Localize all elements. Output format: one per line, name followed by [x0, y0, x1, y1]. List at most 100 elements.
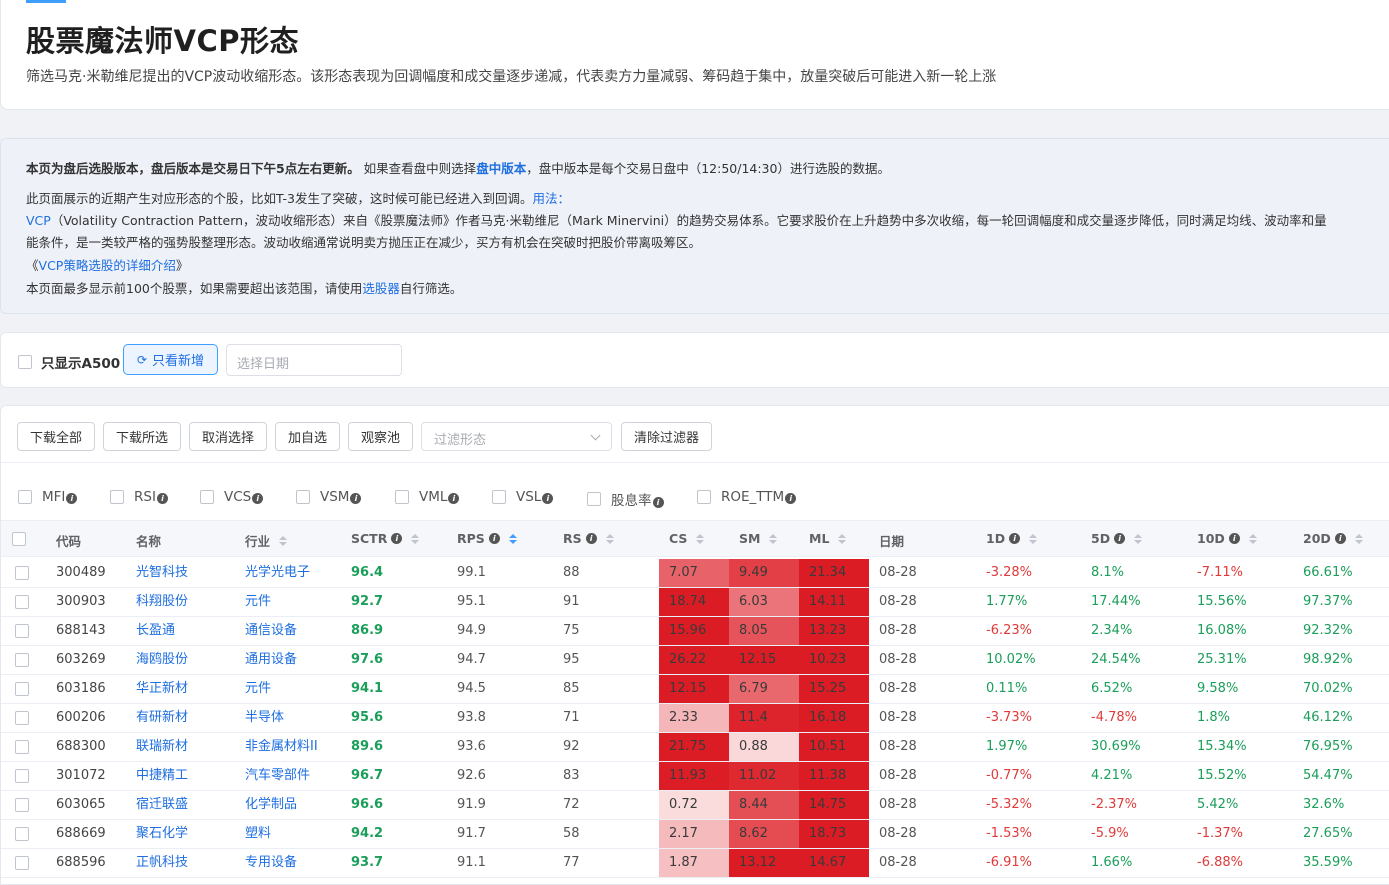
- industry-link[interactable]: 塑料: [245, 820, 271, 848]
- sort-icon[interactable]: [279, 535, 288, 546]
- sort-icon[interactable]: [1248, 533, 1257, 544]
- new-only-button[interactable]: ⟳ 只看新增: [123, 344, 218, 375]
- stock-name-link[interactable]: 正帆科技: [136, 849, 188, 877]
- column-header-d5[interactable]: 5D i: [1091, 531, 1143, 546]
- info-icon[interactable]: i: [542, 493, 554, 504]
- column-header-industry[interactable]: 行业: [245, 531, 288, 550]
- column-toggle[interactable]: RSI i: [110, 489, 168, 505]
- table-row[interactable]: 603065 宿迁联盛 化学制品 96.6 91.9 72 0.72 8.44 14.75 08-…: [1, 791, 1389, 820]
- sort-icon[interactable]: [1354, 533, 1363, 544]
- stock-name-link[interactable]: 华正新材: [136, 675, 188, 703]
- usage-link[interactable]: 用法：: [532, 191, 570, 206]
- info-icon[interactable]: i: [652, 497, 664, 508]
- row-checkbox[interactable]: [15, 856, 29, 870]
- industry-link[interactable]: 非金属材料II: [245, 733, 318, 761]
- row-checkbox[interactable]: [15, 798, 29, 812]
- table-row[interactable]: 603269 海鸥股份 通用设备 97.6 94.7 95 26.22 12.15 10.23 0…: [1, 646, 1389, 675]
- column-toggle[interactable]: VSL i: [492, 489, 554, 505]
- column-header-ml[interactable]: ML: [809, 531, 847, 546]
- info-icon[interactable]: i: [448, 493, 460, 504]
- table-row[interactable]: 688300 联瑞新材 非金属材料II 89.6 93.6 92 21.75 0.88 10.5…: [1, 733, 1389, 762]
- info-icon[interactable]: i: [156, 493, 168, 504]
- row-checkbox[interactable]: [15, 682, 29, 696]
- table-row[interactable]: 600206 有研新材 半导体 95.6 93.8 71 2.33 11.4 16.18 08-2…: [1, 704, 1389, 733]
- table-row[interactable]: 301072 中捷精工 汽车零部件 96.7 92.6 83 11.93 11.02 11.38…: [1, 762, 1389, 791]
- industry-link[interactable]: 光学光电子: [245, 559, 310, 587]
- column-header-rs[interactable]: RS i: [563, 531, 614, 546]
- column-toggle-checkbox[interactable]: [296, 490, 310, 504]
- column-toggle[interactable]: VML i: [395, 489, 460, 505]
- table-row[interactable]: 300903 科翔股份 元件 92.7 95.1 91 18.74 6.03 14.11 08-2…: [1, 588, 1389, 617]
- intraday-version-link[interactable]: 盘中版本: [476, 161, 526, 176]
- sort-icon[interactable]: [696, 533, 705, 544]
- stock-name-link[interactable]: 聚石化学: [136, 820, 188, 848]
- stock-name-link[interactable]: 联瑞新材: [136, 733, 188, 761]
- observe-pool-button[interactable]: 观察池: [348, 422, 413, 451]
- row-checkbox[interactable]: [15, 711, 29, 725]
- info-icon[interactable]: i: [1009, 533, 1021, 544]
- sort-icon[interactable]: [605, 533, 614, 544]
- row-checkbox[interactable]: [15, 769, 29, 783]
- table-row[interactable]: 688596 正帆科技 专用设备 93.7 91.1 77 1.87 13.12 14.67 08…: [1, 849, 1389, 878]
- column-header-sctr[interactable]: SCTR i: [351, 531, 420, 546]
- column-toggle[interactable]: ROE_TTM i: [697, 489, 797, 505]
- sort-icon[interactable]: [769, 533, 778, 544]
- stock-name-link[interactable]: 宿迁联盛: [136, 791, 188, 819]
- row-checkbox[interactable]: [15, 827, 29, 841]
- clear-filters-button[interactable]: 清除过滤器: [621, 422, 712, 451]
- table-row[interactable]: 688143 长盈通 通信设备 86.9 94.9 75 15.96 8.05 13.23 08-…: [1, 617, 1389, 646]
- stock-name-link[interactable]: 中捷精工: [136, 762, 188, 790]
- screener-link[interactable]: 选股器: [362, 281, 400, 296]
- industry-link[interactable]: 元件: [245, 588, 271, 616]
- info-icon[interactable]: i: [1334, 533, 1346, 544]
- column-header-cs[interactable]: CS: [669, 531, 705, 546]
- column-toggle[interactable]: 股息率 i: [587, 489, 664, 509]
- date-picker[interactable]: 选择日期: [226, 344, 402, 376]
- download-all-button[interactable]: 下载全部: [17, 422, 95, 451]
- a500-checkbox[interactable]: 只显示A500: [18, 352, 120, 372]
- sort-icon[interactable]: [838, 533, 847, 544]
- sort-icon[interactable]: [508, 533, 517, 544]
- row-checkbox[interactable]: [15, 624, 29, 638]
- table-row[interactable]: 300489 光智科技 光学光电子 96.4 99.1 88 7.07 9.49 21.34 08…: [1, 559, 1389, 588]
- column-toggle-checkbox[interactable]: [110, 490, 124, 504]
- industry-link[interactable]: 汽车零部件: [245, 762, 310, 790]
- column-header-rps[interactable]: RPS i: [457, 531, 517, 546]
- industry-link[interactable]: 元件: [245, 675, 271, 703]
- info-icon[interactable]: i: [66, 493, 78, 504]
- stock-name-link[interactable]: 光智科技: [136, 559, 188, 587]
- stock-name-link[interactable]: 科翔股份: [136, 588, 188, 616]
- column-header-d10[interactable]: 10D i: [1197, 531, 1257, 546]
- industry-link[interactable]: 通信设备: [245, 617, 297, 645]
- industry-link[interactable]: 专用设备: [245, 849, 297, 877]
- stock-name-link[interactable]: 长盈通: [136, 617, 175, 645]
- add-watchlist-button[interactable]: 加自选: [275, 422, 340, 451]
- select-all-checkbox[interactable]: [12, 532, 26, 546]
- vcp-link[interactable]: VCP: [26, 213, 51, 228]
- column-toggle-checkbox[interactable]: [697, 490, 711, 504]
- row-checkbox[interactable]: [15, 740, 29, 754]
- column-toggle[interactable]: MFI i: [18, 489, 78, 505]
- column-toggle[interactable]: VCS i: [200, 489, 264, 505]
- sort-icon[interactable]: [1134, 533, 1143, 544]
- a500-checkbox-box[interactable]: [18, 355, 32, 369]
- info-icon[interactable]: i: [785, 493, 797, 504]
- info-icon[interactable]: i: [488, 533, 500, 544]
- column-toggle-checkbox[interactable]: [18, 490, 32, 504]
- download-selected-button[interactable]: 下载所选: [103, 422, 181, 451]
- column-toggle-checkbox[interactable]: [200, 490, 214, 504]
- industry-link[interactable]: 化学制品: [245, 791, 297, 819]
- info-icon[interactable]: i: [350, 493, 362, 504]
- stock-name-link[interactable]: 海鸥股份: [136, 646, 188, 674]
- row-checkbox[interactable]: [15, 566, 29, 580]
- info-icon[interactable]: i: [252, 493, 264, 504]
- row-checkbox[interactable]: [15, 653, 29, 667]
- column-header-d1[interactable]: 1D i: [986, 531, 1038, 546]
- pattern-filter-select[interactable]: 过滤形态: [421, 422, 612, 451]
- column-header-d20[interactable]: 20D i: [1303, 531, 1363, 546]
- sort-icon[interactable]: [1029, 533, 1038, 544]
- sort-icon[interactable]: [411, 533, 420, 544]
- info-icon[interactable]: i: [1114, 533, 1126, 544]
- column-toggle-checkbox[interactable]: [492, 490, 506, 504]
- stock-name-link[interactable]: 有研新材: [136, 704, 188, 732]
